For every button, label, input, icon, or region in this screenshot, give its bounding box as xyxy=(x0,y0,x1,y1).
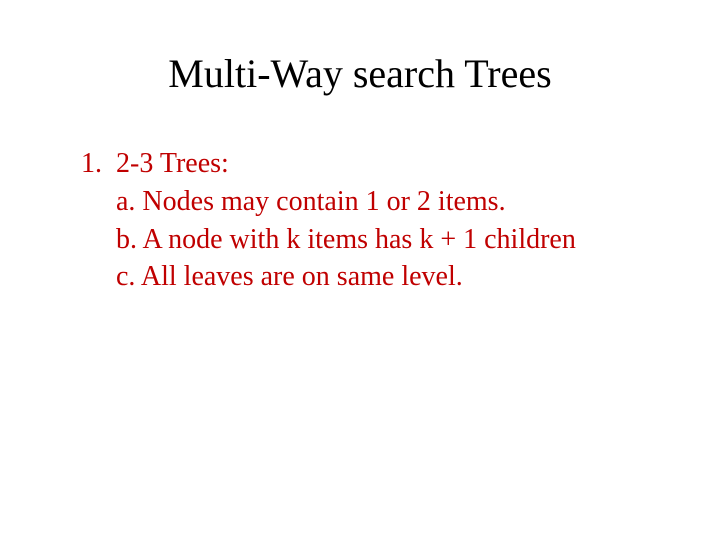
list-item: 1. 2-3 Trees: a. Nodes may contain 1 or … xyxy=(60,145,660,296)
sub-item-a: a. Nodes may contain 1 or 2 items. xyxy=(116,183,660,221)
slide-container: Multi-Way search Trees 1. 2-3 Trees: a. … xyxy=(0,0,720,540)
slide-title: Multi-Way search Trees xyxy=(60,50,660,97)
sub-item-b: b. A node with k items has k + 1 childre… xyxy=(116,221,660,259)
list-container: 1. 2-3 Trees: a. Nodes may contain 1 or … xyxy=(60,145,660,296)
list-body: 2-3 Trees: a. Nodes may contain 1 or 2 i… xyxy=(116,145,660,296)
list-heading: 2-3 Trees: xyxy=(116,145,660,183)
list-number: 1. xyxy=(60,145,116,183)
sub-item-c: c. All leaves are on same level. xyxy=(116,258,660,296)
